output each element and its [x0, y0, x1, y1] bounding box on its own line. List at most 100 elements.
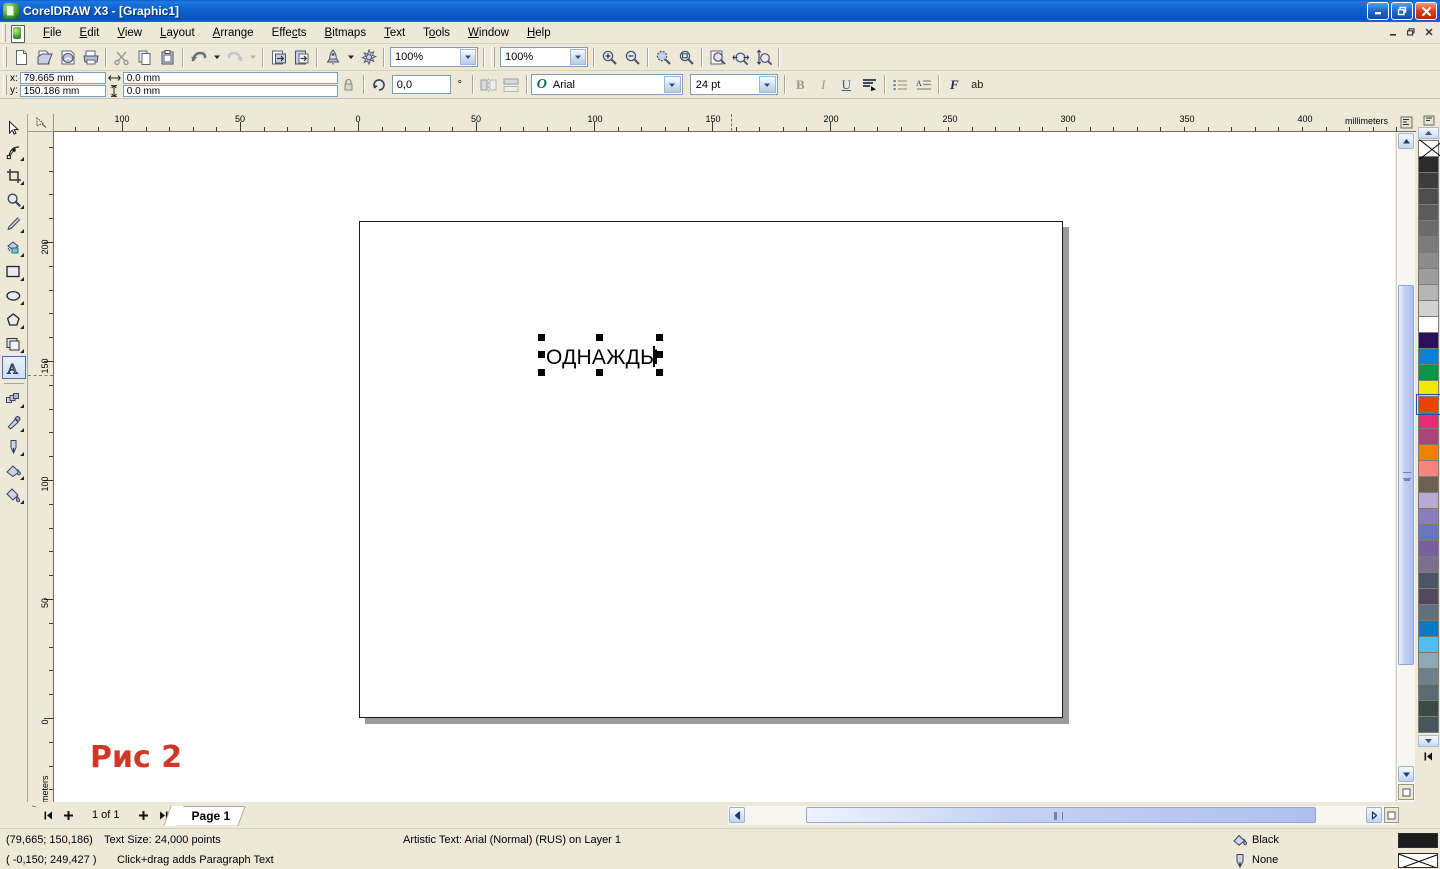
color-swatch[interactable] [1418, 380, 1439, 397]
flyout-arrow[interactable] [19, 404, 24, 408]
mirror-horizontal-icon[interactable] [477, 74, 500, 96]
italic-button[interactable]: I [812, 74, 835, 96]
color-swatch[interactable] [1418, 284, 1439, 301]
vertical-ruler[interactable]: 200 150 100 50 0 millimeters [28, 132, 54, 802]
eyedropper-tool[interactable] [2, 411, 26, 434]
redo-dropdown-chevron-down-icon[interactable] [246, 46, 259, 68]
color-swatch[interactable] [1418, 684, 1439, 701]
font-size-chevron-down-icon[interactable] [758, 76, 776, 93]
new-page-icon[interactable] [10, 46, 33, 68]
x-position-input[interactable]: 79.665 mm [19, 72, 106, 84]
color-swatch[interactable] [1418, 188, 1439, 205]
color-swatch[interactable] [1418, 636, 1439, 653]
menu-item-edit[interactable]: Edit [71, 24, 109, 42]
printer-icon[interactable] [79, 46, 102, 68]
horizontal-scroll-thumb[interactable] [806, 807, 1316, 823]
add-page-before-button[interactable] [58, 806, 78, 824]
first-page-button[interactable] [38, 806, 58, 824]
vertical-scrollbar[interactable] [1396, 132, 1415, 802]
color-swatch[interactable] [1418, 300, 1439, 317]
color-swatch[interactable] [1418, 332, 1439, 349]
selection-handle-tc[interactable] [596, 334, 603, 341]
color-swatch[interactable] [1418, 588, 1439, 605]
scroll-down-button[interactable] [1398, 766, 1414, 782]
color-swatch[interactable] [1418, 716, 1439, 733]
polygon-tool[interactable] [2, 308, 26, 331]
bullet-list-icon[interactable] [889, 74, 912, 96]
menu-item-help[interactable]: Help [518, 24, 560, 42]
open-folder-icon[interactable] [33, 46, 56, 68]
menu-item-tools[interactable]: Tools [414, 24, 459, 42]
toolbar-drag-handle-2[interactable] [491, 47, 495, 67]
save-disk-icon[interactable] [56, 46, 79, 68]
crop-tool[interactable] [2, 164, 26, 187]
magnifier-plus-icon[interactable] [598, 46, 621, 68]
color-swatch[interactable] [1418, 476, 1439, 493]
launcher-dropdown-chevron-down-icon[interactable] [344, 46, 357, 68]
color-swatch[interactable] [1418, 492, 1439, 509]
redo-arrow-icon[interactable] [223, 46, 246, 68]
undo-dropdown-chevron-down-icon[interactable] [210, 46, 223, 68]
flyout-arrow[interactable] [19, 205, 24, 209]
menu-item-arrange[interactable]: Arrange [204, 24, 263, 42]
import-icon[interactable] [267, 46, 290, 68]
smart-fill-tool[interactable] [2, 236, 26, 259]
palette-scroll-left-button[interactable] [1418, 748, 1439, 764]
color-swatch[interactable] [1418, 444, 1439, 461]
secondary-zoom-combo[interactable]: 100% [500, 47, 588, 67]
undo-arrow-icon[interactable] [187, 46, 210, 68]
font-size-combo[interactable]: 24 pt [689, 74, 778, 95]
flyout-arrow[interactable] [19, 229, 24, 233]
outline-color-swatch[interactable] [1398, 853, 1438, 868]
scroll-up-button[interactable] [1398, 133, 1414, 149]
mdi-restore-button[interactable] [1402, 24, 1419, 40]
flyout-arrow[interactable] [19, 500, 24, 504]
lock-icon[interactable] [338, 78, 360, 92]
font-family-chevron-down-icon[interactable] [663, 76, 681, 93]
horizontal-navigator-button[interactable] [1384, 807, 1399, 823]
close-button[interactable] [1415, 2, 1437, 20]
color-swatch[interactable] [1418, 172, 1439, 189]
color-swatch[interactable] [1418, 428, 1439, 445]
artistic-text-object[interactable]: ОДНАЖДЫ [538, 334, 663, 376]
selection-handle-bl[interactable] [538, 369, 545, 376]
menu-item-file[interactable]: File [34, 24, 71, 42]
pick-tool[interactable] [2, 116, 26, 139]
flyout-arrow[interactable] [19, 253, 24, 257]
color-swatch[interactable] [1418, 652, 1439, 669]
copy-pages-icon[interactable] [133, 46, 156, 68]
palette-options-icon[interactable] [1418, 114, 1439, 127]
flyout-arrow[interactable] [19, 181, 24, 185]
color-swatch[interactable] [1418, 220, 1439, 237]
menu-item-window[interactable]: Window [459, 24, 518, 42]
magnifier-minus-icon[interactable] [621, 46, 644, 68]
color-swatch[interactable] [1418, 668, 1439, 685]
flyout-arrow[interactable] [19, 277, 24, 281]
swatch-none[interactable] [1418, 140, 1439, 157]
menu-item-effects[interactable]: Effects [263, 24, 316, 42]
color-swatch[interactable] [1418, 508, 1439, 525]
text-tool[interactable]: A [1, 356, 26, 379]
color-swatch[interactable] [1418, 348, 1439, 365]
rectangle-tool[interactable] [2, 260, 26, 283]
color-swatch[interactable] [1418, 556, 1439, 573]
color-swatch[interactable] [1418, 268, 1439, 285]
mdi-minimize-button[interactable] [1384, 24, 1401, 40]
magnifier-page-icon[interactable] [706, 46, 729, 68]
height-input[interactable]: 0.0 mm [122, 85, 338, 97]
selection-handle-tl[interactable] [538, 334, 545, 341]
flyout-arrow[interactable] [19, 476, 24, 480]
drawing-canvas[interactable]: ОДНАЖДЫ Рис 2 [54, 132, 1395, 802]
zoom-tool[interactable] [2, 188, 26, 211]
text-alignment-icon[interactable] [858, 74, 881, 96]
menu-drag-handle[interactable] [2, 23, 6, 42]
palette-scroll-up-button[interactable] [1418, 127, 1439, 139]
edit-text-icon[interactable]: ab [966, 74, 989, 96]
export-icon[interactable] [290, 46, 313, 68]
menu-item-text[interactable]: Text [375, 24, 414, 42]
menu-item-view[interactable]: View [108, 24, 151, 42]
fill-tool[interactable] [2, 459, 26, 482]
drop-cap-icon[interactable]: A [912, 74, 935, 96]
page-tab-page-1[interactable]: Page 1 [175, 805, 245, 825]
magnifier-page-width-icon[interactable] [729, 46, 752, 68]
